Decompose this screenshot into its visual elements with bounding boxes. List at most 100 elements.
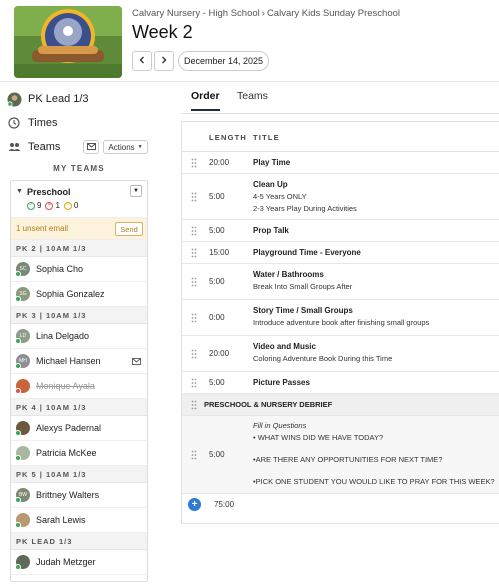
avatar — [15, 446, 30, 461]
order-item-row[interactable]: 5:00 Water / Bathrooms Break Into Small Gr… — [182, 264, 499, 300]
declined-badge-icon — [15, 388, 21, 394]
confirmed-badge-icon — [15, 564, 21, 570]
email-teams-button[interactable] — [83, 140, 99, 154]
item-description: •PICK ONE STUDENT YOU WOULD LIKE TO PRAY… — [253, 477, 495, 486]
order-item-row[interactable]: 5:00 Fill in Questions • WHAT WINS DID WE … — [182, 416, 499, 494]
avatar — [15, 379, 30, 394]
team-member-row[interactable]: Alexys Padernal — [11, 416, 147, 441]
position-row[interactable]: PK Lead 1/3 — [6, 91, 89, 107]
order-table: LENGTH TITLE 20:00 Play Time 5:00 Clean Up 4… — [181, 121, 499, 524]
previous-plan-button[interactable] — [132, 51, 152, 71]
team-member-row[interactable]: Patricia McKee — [11, 441, 147, 466]
team-status-counts: ✓ 9 ✕ 1 ? 0 — [27, 201, 78, 210]
declined-count: ✕ 1 — [45, 201, 60, 210]
breadcrumb-org[interactable]: Calvary Nursery - High School — [132, 8, 260, 19]
question-icon: ? — [63, 201, 72, 210]
plan-header: Calvary Nursery - High School › Calvary Ki… — [0, 0, 499, 82]
next-plan-button[interactable] — [154, 51, 174, 71]
confirmed-badge-icon — [15, 363, 21, 369]
series-artwork-image — [14, 6, 122, 78]
drag-handle-icon[interactable] — [191, 248, 197, 258]
clock-icon — [6, 115, 22, 131]
breadcrumb-separator: › — [261, 8, 265, 19]
total-length: 75:00 — [214, 500, 235, 509]
order-item-row[interactable]: 5:00 Prop Talk — [182, 220, 499, 242]
times-row[interactable]: Times — [6, 115, 58, 131]
item-description: 2-3 Years Play During Activities — [253, 204, 357, 213]
drag-handle-icon[interactable] — [191, 450, 197, 460]
confirmed-badge-icon — [15, 296, 21, 302]
team-member-row[interactable]: MH Michael Hansen — [11, 349, 147, 374]
order-item-row[interactable]: 20:00 Video and Music Coloring Adventure B… — [182, 336, 499, 372]
item-description: Coloring Adventure Book During this Time — [253, 354, 393, 363]
my-teams-heading: MY TEAMS — [53, 164, 105, 173]
confirmed-badge-icon — [15, 271, 21, 277]
send-button[interactable]: Send — [115, 222, 143, 236]
order-item-row[interactable]: 5:00 Clean Up 4-5 Years ONLY 2-3 Years Play… — [182, 174, 499, 220]
teams-row[interactable]: Teams — [6, 139, 60, 155]
chevron-right-icon — [160, 56, 168, 67]
team-header[interactable]: ▼ Preschool ▼ ✓ 9 ✕ 1 ? 0 — [11, 181, 147, 218]
total-row: +75:00 — [182, 494, 499, 516]
add-item-button[interactable]: + — [188, 498, 201, 511]
page-title: Week 2 — [132, 22, 193, 42]
order-item-row[interactable]: 20:00 Play Time — [182, 152, 499, 174]
breadcrumb-service-type[interactable]: Calvary Kids Sunday Preschool — [267, 8, 400, 19]
team-menu-button[interactable]: ▼ — [130, 185, 142, 197]
actions-dropdown[interactable]: Actions ▼ — [103, 140, 148, 154]
section-header-row[interactable]: PRESCHOOL & NURSERY DEBRIEF — [182, 394, 499, 416]
drag-handle-icon[interactable] — [191, 277, 197, 287]
team-member-row[interactable]: LD Lina Delgado — [11, 324, 147, 349]
order-item-row[interactable]: 5:00 Picture Passes — [182, 372, 499, 394]
item-length: 15:00 — [209, 248, 230, 257]
avatar: LD — [15, 329, 30, 344]
tab-order[interactable]: Order — [191, 90, 220, 111]
avatar — [15, 555, 30, 570]
unsent-email-text: 1 unsent email — [16, 224, 69, 233]
collapse-caret-icon[interactable]: ▼ — [16, 188, 23, 195]
drag-handle-icon[interactable] — [191, 400, 197, 410]
user-avatar — [6, 91, 22, 107]
confirmed-count: ✓ 9 — [27, 201, 42, 210]
item-length: 5:00 — [209, 226, 225, 235]
chevron-left-icon — [138, 56, 146, 67]
order-item-row[interactable]: 15:00 Playground Time - Everyone — [182, 242, 499, 264]
team-member-row[interactable]: Judah Metzger — [11, 550, 147, 575]
team-panel: ▼ Preschool ▼ ✓ 9 ✕ 1 ? 0 1 unsent email… — [10, 180, 148, 582]
drag-handle-icon[interactable] — [191, 349, 197, 359]
column-length: LENGTH — [209, 133, 248, 142]
section-title: PRESCHOOL & NURSERY DEBRIEF — [204, 400, 333, 409]
team-member-row[interactable]: SC Sophia Cho — [11, 257, 147, 282]
drag-handle-icon[interactable] — [191, 226, 197, 236]
drag-handle-icon[interactable] — [191, 158, 197, 168]
team-groups: PK 2 | 10AM 1/3 SC Sophia Cho SG Sophia Gonz… — [11, 240, 147, 575]
breadcrumb: Calvary Nursery - High School › Calvary Ki… — [132, 8, 400, 19]
position-label: PK Lead 1/3 — [28, 93, 89, 105]
item-title: Play Time — [253, 158, 291, 167]
order-item-row[interactable]: 0:00 Story Time / Small Groups Introduce a… — [182, 300, 499, 336]
drag-handle-icon[interactable] — [191, 192, 197, 202]
member-name: Alexys Padernal — [36, 423, 102, 433]
team-member-row[interactable]: SG Sophia Gonzalez — [11, 282, 147, 307]
confirmed-badge-icon — [15, 338, 21, 344]
member-name: Lina Delgado — [36, 331, 90, 341]
tab-teams[interactable]: Teams — [237, 90, 268, 109]
plan-date-button[interactable]: December 14, 2025 — [178, 51, 269, 71]
item-length: 5:00 — [209, 378, 225, 387]
item-length: 20:00 — [209, 349, 230, 358]
item-length: 0:00 — [209, 313, 225, 322]
confirmed-badge-icon — [15, 455, 21, 461]
team-member-row[interactable]: BW Brittney Walters — [11, 483, 147, 508]
member-name: Sophia Gonzalez — [36, 289, 105, 299]
pending-count: ? 0 — [63, 201, 78, 210]
drag-handle-icon[interactable] — [191, 313, 197, 323]
team-position-heading: PK 2 | 10AM 1/3 — [11, 240, 147, 257]
team-member-row[interactable]: Monique Ayala — [11, 374, 147, 399]
confirmed-badge-icon — [15, 430, 21, 436]
drag-handle-icon[interactable] — [191, 378, 197, 388]
avatar — [15, 421, 30, 436]
team-member-row[interactable]: Sarah Lewis — [11, 508, 147, 533]
avatar: BW — [15, 488, 30, 503]
unsent-email-banner: 1 unsent email Send — [11, 218, 147, 240]
mail-icon[interactable] — [132, 357, 141, 367]
